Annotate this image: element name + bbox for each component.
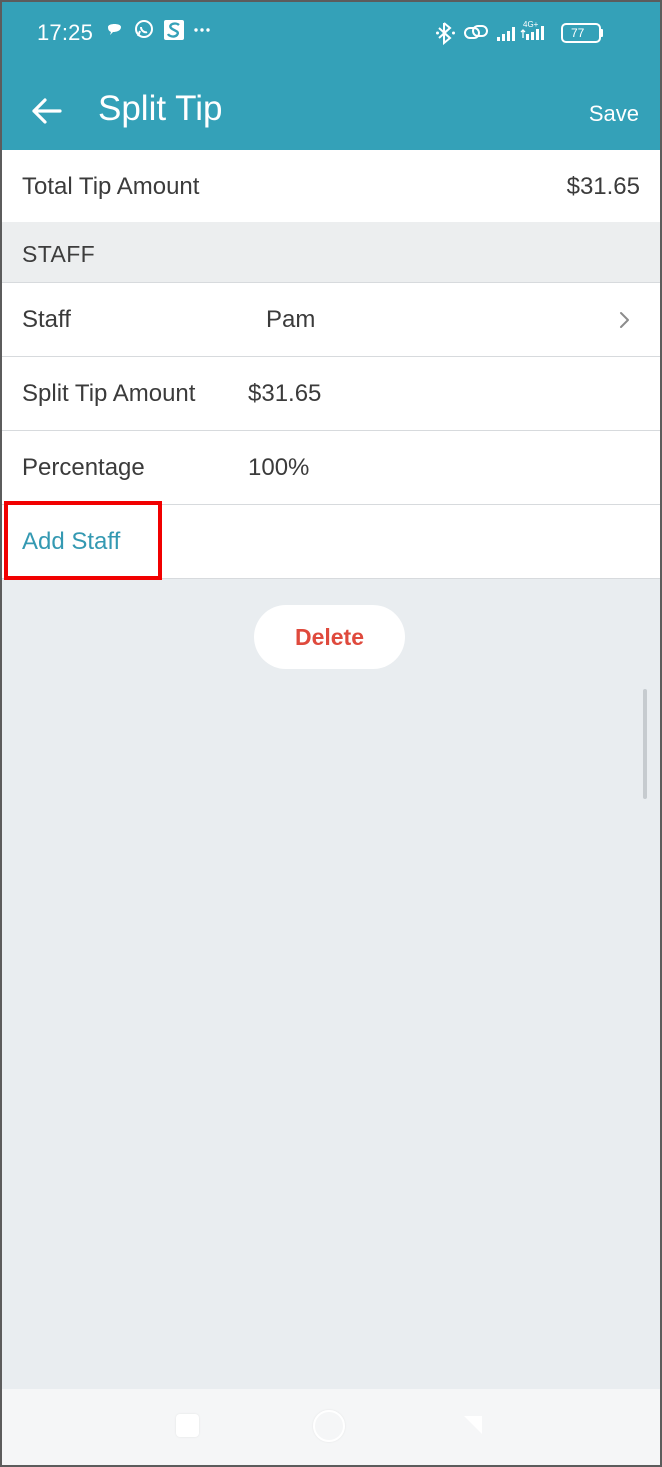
staff-row[interactable]: Staff Pam <box>2 283 660 357</box>
signal-icon <box>497 27 515 41</box>
page-title: Split Tip <box>98 89 223 128</box>
staff-section-label: STAFF <box>22 241 96 267</box>
system-nav-bar <box>2 1389 660 1465</box>
top-bar: 17:25 4G+ 77 Split Tip Save <box>2 2 660 150</box>
scrollbar-thumb[interactable] <box>643 689 647 799</box>
status-right-icons: 4G+ 77 <box>436 20 626 46</box>
status-left-icons <box>105 20 225 46</box>
status-bar: 17:25 4G+ 77 <box>2 2 660 66</box>
status-left-icons-svg <box>108 20 210 40</box>
split-tip-label: Split Tip Amount <box>22 380 196 407</box>
add-staff-row[interactable]: Add Staff <box>2 505 660 579</box>
more-dots-icon <box>194 28 210 32</box>
delete-button[interactable]: Delete <box>254 605 405 669</box>
percentage-value: 100% <box>248 454 310 481</box>
add-staff-button[interactable]: Add Staff <box>22 529 120 555</box>
status-right-icons-svg: 4G+ 77 <box>436 20 603 46</box>
split-tip-row[interactable]: Split Tip Amount $31.65 <box>2 357 660 431</box>
svg-text:77: 77 <box>571 26 585 40</box>
back-button[interactable] <box>30 94 64 128</box>
staff-label: Staff <box>22 306 71 333</box>
home-icon[interactable] <box>313 1410 345 1442</box>
percentage-label: Percentage <box>22 454 145 481</box>
back-arrow-icon <box>32 98 62 124</box>
s-app-icon <box>164 20 184 40</box>
total-tip-row: Total Tip Amount $31.65 <box>2 150 660 222</box>
signal-4g-icon: 4G+ <box>520 20 544 40</box>
content-area: Total Tip Amount $31.65 STAFF Staff Pam … <box>2 150 660 799</box>
recent-apps-icon[interactable] <box>176 1414 199 1437</box>
total-tip-label: Total Tip Amount <box>22 173 200 200</box>
bluetooth-icon <box>436 22 455 46</box>
chevron-right-icon <box>620 312 629 328</box>
app-header: Split Tip Save <box>2 66 660 150</box>
svg-text:4G+: 4G+ <box>523 20 539 29</box>
total-tip-value: $31.65 <box>566 173 640 200</box>
battery-icon: 77 <box>561 23 603 43</box>
message-icon <box>108 24 121 35</box>
back-icon[interactable] <box>460 1413 486 1439</box>
staff-value: Pam <box>266 306 316 333</box>
split-tip-screen: 17:25 4G+ 77 Split Tip Save Total Tip Am… <box>0 0 662 1467</box>
percentage-row[interactable]: Percentage 100% <box>2 431 660 505</box>
whatsapp-icon <box>135 20 153 38</box>
save-button[interactable]: Save <box>589 101 639 127</box>
staff-section-header: STAFF <box>2 222 660 283</box>
link-icon <box>464 25 488 39</box>
status-time: 17:25 <box>37 20 94 45</box>
split-tip-value: $31.65 <box>248 380 322 407</box>
